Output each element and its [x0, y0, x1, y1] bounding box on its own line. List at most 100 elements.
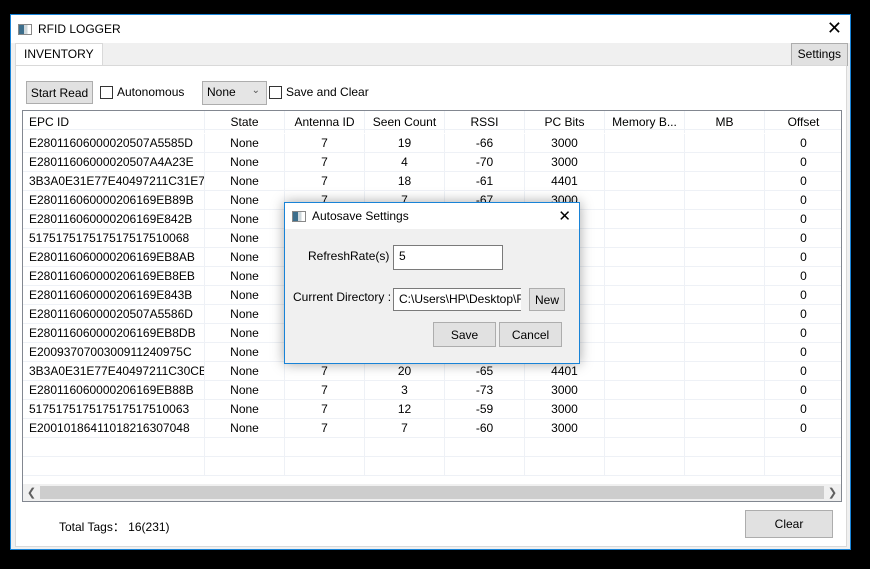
table-cell: -60	[445, 419, 525, 438]
table-cell: -66	[445, 134, 525, 153]
table-cell: None	[205, 153, 285, 172]
checkbox-box[interactable]	[100, 85, 113, 99]
close-icon[interactable]: ✕	[558, 208, 571, 226]
table-cell: 7	[285, 400, 365, 419]
table-cell	[685, 343, 765, 362]
close-icon[interactable]: ✕	[827, 19, 842, 37]
table-cell: None	[205, 172, 285, 191]
table-cell: None	[205, 134, 285, 153]
autonomous-checkbox[interactable]: Autonomous	[100, 85, 184, 99]
window-title: RFID LOGGER	[38, 22, 121, 36]
table-cell	[605, 343, 685, 362]
column-header[interactable]: MB	[685, 111, 765, 133]
table-cell	[605, 153, 685, 172]
table-cell: 0	[765, 210, 841, 229]
table-cell: E2009370700300911240975C	[23, 343, 205, 362]
table-cell: 0	[765, 362, 841, 381]
table-cell	[605, 362, 685, 381]
table-cell: 517517517517517517510068	[23, 229, 205, 248]
table-cell	[605, 248, 685, 267]
scroll-right-icon[interactable]: ❯	[824, 486, 841, 499]
table-cell: E28011606000020507A5586D	[23, 305, 205, 324]
column-header[interactable]: Antenna ID	[285, 111, 365, 133]
column-header[interactable]: Memory B...	[605, 111, 685, 133]
table-cell: 0	[765, 229, 841, 248]
table-cell: 7	[285, 172, 365, 191]
checkbox-box[interactable]	[269, 85, 282, 99]
table-cell: None	[205, 267, 285, 286]
empty-row[interactable]	[23, 457, 841, 476]
table-cell: 0	[765, 381, 841, 400]
table-cell	[765, 438, 841, 457]
table-cell: None	[205, 286, 285, 305]
table-row[interactable]: 517517517517517517510063 None 7 12 -59 3000 0	[23, 400, 841, 419]
save-button[interactable]: Save	[433, 322, 496, 347]
empty-row[interactable]	[23, 438, 841, 457]
table-row[interactable]: E280116060000206169EB88B None 7 3 -73 3000 0	[23, 381, 841, 400]
dialog-title-bar: Autosave Settings ✕	[285, 203, 579, 229]
settings-button[interactable]: Settings	[790, 43, 848, 66]
app-icon	[292, 210, 306, 222]
table-cell: 18	[365, 172, 445, 191]
dialog-title: Autosave Settings	[312, 209, 409, 223]
table-cell: 3B3A0E31E77E40497211C31E72...	[23, 172, 205, 191]
table-cell	[605, 438, 685, 457]
tab-inventory[interactable]: INVENTORY	[15, 43, 103, 66]
table-cell: -70	[445, 153, 525, 172]
column-header[interactable]: State	[205, 111, 285, 133]
new-directory-button[interactable]: New	[529, 288, 565, 311]
autonomous-label: Autonomous	[117, 85, 185, 99]
scroll-left-icon[interactable]: ❮	[23, 486, 40, 499]
table-cell	[525, 438, 605, 457]
table-cell: None	[205, 191, 285, 210]
table-cell: 517517517517517517510063	[23, 400, 205, 419]
table-row[interactable]: E28011606000020507A4A23E None 7 4 -70 3000 0	[23, 153, 841, 172]
table-cell	[685, 286, 765, 305]
table-cell: E28011606000020507A4A23E	[23, 153, 205, 172]
table-cell	[685, 381, 765, 400]
table-cell: None	[205, 362, 285, 381]
column-header[interactable]: PC Bits	[525, 111, 605, 133]
table-cell: 0	[765, 400, 841, 419]
table-cell	[23, 457, 205, 476]
table-cell	[605, 134, 685, 153]
column-header[interactable]: Offset	[765, 111, 841, 133]
table-cell: 0	[765, 286, 841, 305]
current-directory-input[interactable]: C:\Users\HP\Desktop\RFID	[393, 288, 521, 311]
table-row[interactable]: 3B3A0E31E77E40497211C30CB... None 7 20 -65 44…	[23, 362, 841, 381]
table-cell: E280116060000206169EB8DB	[23, 324, 205, 343]
autosave-settings-dialog: Autosave Settings ✕ RefreshRate(s) : 5 C…	[284, 202, 580, 364]
table-cell: 20	[365, 362, 445, 381]
table-cell: 0	[765, 134, 841, 153]
table-cell: 3000	[525, 381, 605, 400]
chevron-down-icon: ⌄	[251, 85, 260, 96]
table-cell: 3B3A0E31E77E40497211C30CB...	[23, 362, 205, 381]
current-directory-label: Current Directory :	[293, 290, 392, 304]
table-row[interactable]: E28011606000020507A5585D None 7 19 -66 3000 0	[23, 134, 841, 153]
table-cell	[205, 438, 285, 457]
save-and-clear-checkbox[interactable]: Save and Clear	[269, 85, 369, 99]
table-cell: 0	[765, 172, 841, 191]
mode-select[interactable]: None ⌄	[202, 81, 267, 105]
scrollbar-thumb[interactable]	[40, 486, 824, 499]
table-row[interactable]: E20010186411018216307048 None 7 7 -60 3000 0	[23, 419, 841, 438]
horizontal-scrollbar[interactable]: ❮ ❯	[23, 484, 841, 501]
table-cell	[685, 457, 765, 476]
table-cell	[285, 457, 365, 476]
table-cell	[365, 438, 445, 457]
table-cell	[605, 191, 685, 210]
table-row[interactable]: 3B3A0E31E77E40497211C31E72... None 7 18 -61 4…	[23, 172, 841, 191]
cancel-button[interactable]: Cancel	[499, 322, 562, 347]
refresh-rate-input[interactable]: 5	[393, 245, 503, 270]
table-cell: 0	[765, 305, 841, 324]
column-header[interactable]: Seen Count	[365, 111, 445, 133]
table-cell: None	[205, 229, 285, 248]
start-read-button[interactable]: Start Read	[26, 81, 93, 104]
table-cell: 7	[365, 419, 445, 438]
column-header[interactable]: EPC ID	[23, 111, 205, 133]
clear-button[interactable]: Clear	[745, 510, 833, 538]
column-header[interactable]: RSSI	[445, 111, 525, 133]
table-cell: 3000	[525, 400, 605, 419]
table-cell: 7	[285, 153, 365, 172]
table-cell: 0	[765, 343, 841, 362]
